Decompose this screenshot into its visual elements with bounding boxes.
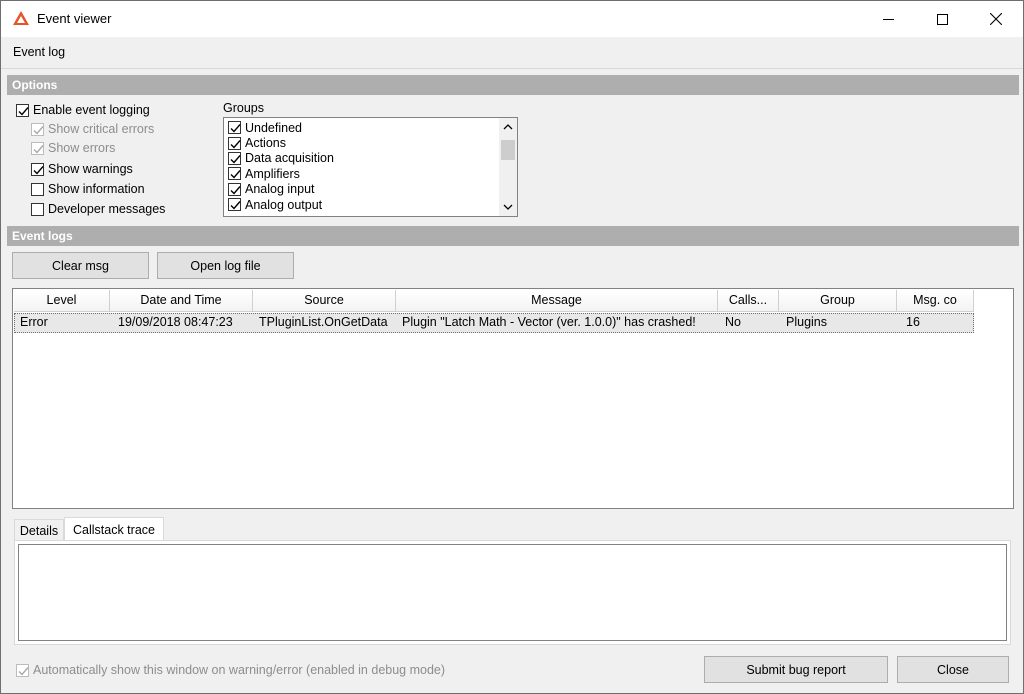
title-bar[interactable]: Event viewer xyxy=(1,1,1023,37)
cell-group: Plugins xyxy=(786,315,827,329)
checkbox-checked-icon xyxy=(16,663,29,677)
column-header-level[interactable]: Level xyxy=(14,290,110,312)
checkbox-checked-icon xyxy=(228,182,241,196)
maximize-icon xyxy=(936,13,948,25)
chevron-up-icon[interactable] xyxy=(499,120,517,134)
menu-separator xyxy=(1,68,1023,69)
callstack-text-area[interactable] xyxy=(18,544,1007,641)
open-log-file-button[interactable]: Open log file xyxy=(157,252,294,279)
checkbox-checked-icon xyxy=(228,167,241,181)
close-window-button[interactable] xyxy=(973,1,1019,37)
group-item-analog-output[interactable]: Analog output xyxy=(228,197,334,212)
group-item-amplifiers[interactable]: Amplifiers xyxy=(228,166,334,181)
tab-details[interactable]: Details xyxy=(14,519,64,541)
triangle-logo-icon xyxy=(13,11,29,25)
tab-callstack-trace[interactable]: Callstack trace xyxy=(64,517,164,541)
cell-source: TPluginList.OnGetData xyxy=(259,315,388,329)
tab-panel xyxy=(14,540,1011,645)
cell-msg-count: 16 xyxy=(906,315,920,329)
event-log-table[interactable]: Level Date and Time Source Message Calls… xyxy=(12,288,1014,509)
event-logs-header: Event logs xyxy=(7,226,1019,246)
table-header: Level Date and Time Source Message Calls… xyxy=(14,290,974,312)
cell-level: Error xyxy=(20,315,48,329)
cell-message: Plugin "Latch Math - Vector (ver. 1.0.0)… xyxy=(402,315,696,329)
groups-list[interactable]: Undefined Actions Data acquisition Ampli… xyxy=(223,117,518,217)
chevron-down-icon[interactable] xyxy=(499,200,517,214)
developer-messages-checkbox[interactable]: Developer messages xyxy=(31,200,165,218)
show-critical-errors-checkbox: Show critical errors xyxy=(31,120,154,138)
checkbox-checked-icon xyxy=(31,122,44,136)
column-header-msg-count[interactable]: Msg. co xyxy=(897,290,974,312)
column-header-message[interactable]: Message xyxy=(396,290,718,312)
group-item-data-acquisition[interactable]: Data acquisition xyxy=(228,151,334,166)
enable-logging-checkbox[interactable]: Enable event logging xyxy=(16,101,150,119)
groups-scrollbar[interactable] xyxy=(499,118,517,216)
maximize-button[interactable] xyxy=(919,1,965,37)
submit-bug-report-button[interactable]: Submit bug report xyxy=(704,656,888,683)
checkbox-checked-icon xyxy=(228,151,241,165)
checkbox-checked-icon xyxy=(228,136,241,150)
column-header-source[interactable]: Source xyxy=(253,290,396,312)
table-row[interactable]: Error 19/09/2018 08:47:23 TPluginList.On… xyxy=(14,313,974,333)
cell-date-time: 19/09/2018 08:47:23 xyxy=(118,315,233,329)
group-item-undefined[interactable]: Undefined xyxy=(228,120,334,135)
cell-callstack: No xyxy=(725,315,741,329)
event-viewer-window: Event viewer Event log Options Enable ev… xyxy=(0,0,1024,694)
close-icon xyxy=(990,13,1002,25)
checkbox-checked-icon xyxy=(16,103,29,117)
show-warnings-checkbox[interactable]: Show warnings xyxy=(31,160,133,178)
menu-item-event-log[interactable]: Event log xyxy=(13,45,65,59)
column-header-callstack[interactable]: Calls... xyxy=(718,290,779,312)
scrollbar-thumb[interactable] xyxy=(501,140,515,160)
window-title: Event viewer xyxy=(37,11,112,26)
auto-show-checkbox: Automatically show this window on warnin… xyxy=(16,661,445,679)
groups-label: Groups xyxy=(223,101,264,115)
checkbox-checked-icon xyxy=(228,198,241,212)
options-header: Options xyxy=(7,75,1019,95)
column-header-date-time[interactable]: Date and Time xyxy=(110,290,253,312)
group-item-actions[interactable]: Actions xyxy=(228,135,334,150)
menu-bar: Event log xyxy=(1,37,1023,67)
checkbox-checked-icon xyxy=(228,121,241,135)
close-button[interactable]: Close xyxy=(897,656,1009,683)
show-information-checkbox[interactable]: Show information xyxy=(31,180,145,198)
group-item-analog-input[interactable]: Analog input xyxy=(228,182,334,197)
minimize-button[interactable] xyxy=(865,1,911,37)
checkbox-checked-icon xyxy=(31,162,44,176)
minimize-icon xyxy=(882,18,894,20)
checkbox-unchecked-icon xyxy=(31,182,44,196)
checkbox-unchecked-icon xyxy=(31,202,44,216)
column-header-group[interactable]: Group xyxy=(779,290,897,312)
show-errors-checkbox: Show errors xyxy=(31,139,115,157)
clear-msg-button[interactable]: Clear msg xyxy=(12,252,149,279)
checkbox-checked-icon xyxy=(31,141,44,155)
